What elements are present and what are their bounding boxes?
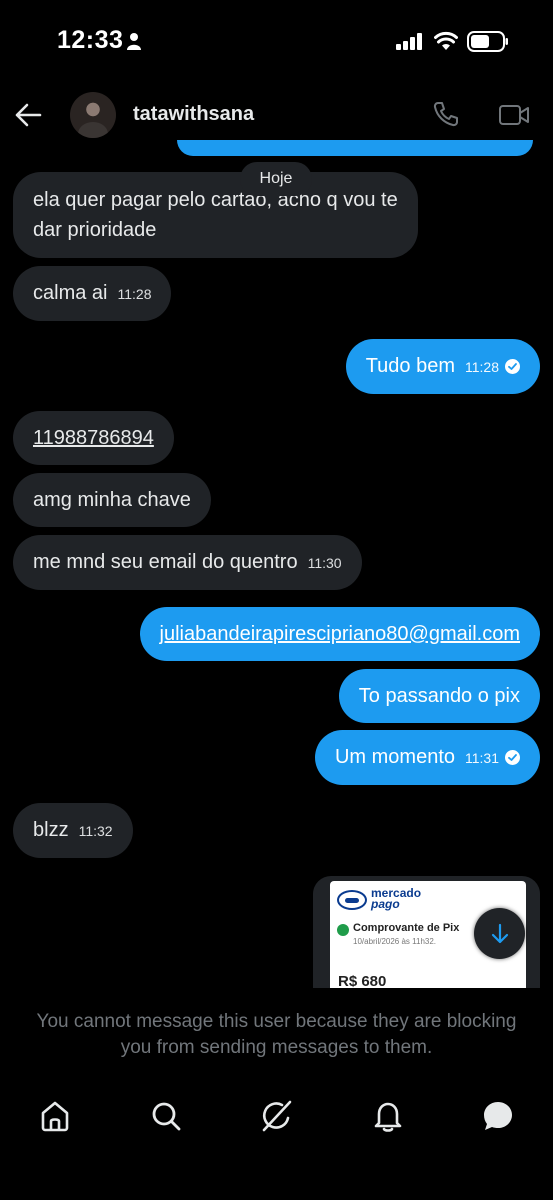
avatar[interactable] — [70, 92, 116, 138]
receipt-date: 10/abril/2026 às 11h32. — [353, 937, 437, 946]
wifi-icon — [434, 31, 458, 50]
receipt-title: Comprovante de Pix — [353, 922, 460, 934]
message-text: To passando o pix — [358, 685, 520, 707]
messages-icon[interactable] — [481, 1099, 515, 1133]
back-arrow-icon[interactable] — [14, 102, 42, 128]
read-check-icon — [505, 750, 520, 765]
scroll-to-bottom-button[interactable] — [474, 908, 525, 959]
message-time: 11:31 — [465, 750, 499, 766]
message-bubble-incoming[interactable]: blzz 11:32 — [13, 803, 133, 858]
read-check-icon — [505, 359, 520, 374]
arrow-down-icon — [491, 923, 509, 944]
video-call-icon[interactable] — [498, 102, 530, 128]
message-time: 11:28 — [465, 359, 499, 375]
phone-call-icon[interactable] — [432, 100, 460, 128]
message-text: Tudo bem — [365, 355, 455, 377]
home-icon[interactable] — [38, 1099, 72, 1133]
message-text: blzz — [33, 819, 69, 841]
battery-icon — [467, 31, 508, 52]
signal-icon — [396, 33, 422, 50]
receipt-amount: R$ 680 — [338, 973, 387, 988]
message-bubble-outgoing[interactable]: To passando o pix — [338, 669, 540, 723]
person-icon — [127, 33, 141, 50]
phone-number-link[interactable]: 11988786894 — [33, 427, 154, 449]
message-text: ela quer pagar pelo cartao, acho q vou t… — [33, 189, 398, 211]
message-time: 11:28 — [117, 286, 152, 302]
success-check-icon — [337, 924, 349, 936]
message-bubble-outgoing[interactable]: Um momento 11:31 — [314, 730, 540, 785]
message-text: me mnd seu email do quentro — [33, 551, 298, 573]
blocked-notice: You cannot message this user because the… — [36, 1011, 517, 1058]
message-bubble-partial[interactable] — [177, 140, 533, 156]
message-text: Um momento — [334, 746, 455, 768]
notifications-icon[interactable] — [371, 1099, 405, 1133]
message-text: dar prioridade — [33, 219, 157, 241]
mercado-pago-brand: mercado pago — [371, 886, 422, 911]
search-icon[interactable] — [149, 1099, 183, 1133]
message-text: amg minha chave — [33, 489, 191, 511]
message-bubble-outgoing[interactable]: Tudo bem 11:28 — [345, 339, 540, 394]
email-link[interactable]: juliabandeirapirescipriano80@gmail.com — [160, 623, 521, 645]
message-bubble-incoming[interactable]: amg minha chave — [13, 473, 211, 527]
message-list[interactable]: ela quer pagar pelo cartao, acho q vou t… — [0, 140, 553, 990]
message-text: calma ai — [33, 282, 108, 304]
message-bubble-outgoing[interactable]: juliabandeirapirescipriano80@gmail.com — [139, 607, 540, 661]
bottom-navigation — [0, 1085, 553, 1150]
message-bubble-incoming[interactable]: me mnd seu email do quentro 11:30 — [13, 535, 362, 590]
message-bubble-incoming[interactable]: 11988786894 — [13, 411, 174, 465]
status-bar: 12:33 — [0, 0, 553, 80]
mercado-pago-logo — [337, 890, 367, 910]
message-time: 11:32 — [78, 823, 113, 839]
message-time: 11:30 — [307, 555, 342, 571]
message-bubble-incoming[interactable]: ela quer pagar pelo cartao, acho q vou t… — [13, 172, 418, 258]
username[interactable]: tatawithsana — [133, 103, 254, 126]
date-divider: Hoje — [240, 162, 312, 196]
status-time: 12:33 — [57, 26, 124, 54]
message-bubble-incoming[interactable]: calma ai 11:28 — [13, 266, 172, 321]
grok-icon[interactable] — [260, 1099, 294, 1133]
